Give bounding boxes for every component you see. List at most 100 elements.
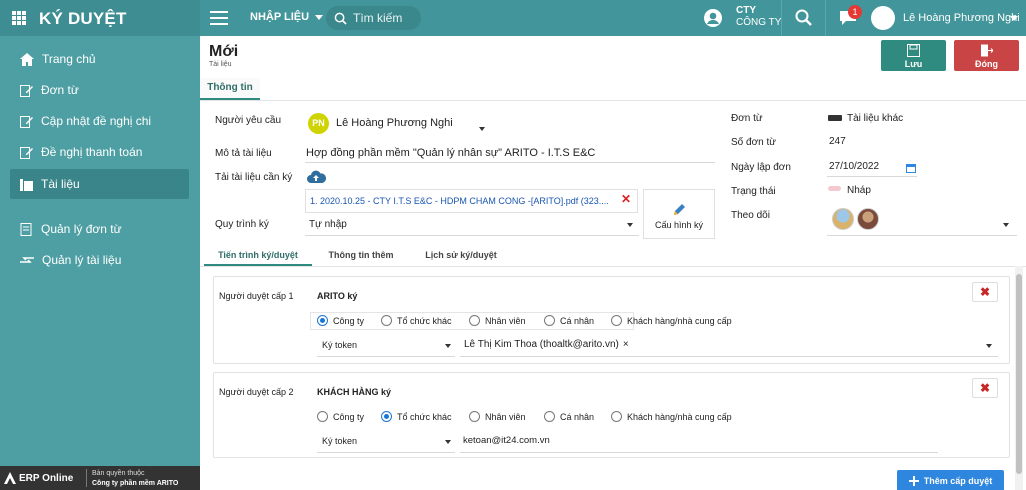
close-button[interactable]: Đóng	[954, 40, 1019, 71]
add-level-button[interactable]: Thêm cấp duyệt	[897, 470, 1004, 490]
company-selector[interactable]: CTY CÔNG TY	[736, 5, 781, 29]
date-input[interactable]: 27/10/2022	[829, 161, 879, 172]
radio-employee[interactable]: Nhân viên	[469, 411, 526, 422]
chevron-down-icon	[315, 14, 324, 20]
sidebar-item-update-expense[interactable]: Cập nhật đề nghị chi	[10, 106, 189, 136]
sidebar-item-documents[interactable]: Tài liệu	[10, 169, 189, 199]
chevron-down-icon[interactable]	[986, 344, 992, 348]
doc-no-value: 247	[829, 136, 846, 147]
search-box[interactable]: Tìm kiếm	[326, 6, 421, 30]
search-icon[interactable]	[794, 8, 814, 28]
copyright: Bản quyền thuộc Công ty phần mềm ARITO	[92, 470, 179, 487]
transfer-icon	[20, 257, 34, 263]
requester-value[interactable]: Lê Hoàng Phương Nghi	[336, 117, 453, 129]
workflow-select[interactable]: Tự nhập	[309, 219, 347, 230]
user-switch-icon[interactable]	[703, 8, 723, 28]
radio-individual[interactable]: Cá nhân	[544, 411, 594, 422]
avatar[interactable]	[871, 6, 895, 30]
exit-icon	[981, 44, 993, 57]
tab-approval-progress[interactable]: Tiến trình ký/duyệt	[204, 244, 312, 266]
requester-label: Người yêu cầu	[215, 115, 282, 126]
radio-individual[interactable]: Cá nhân	[544, 315, 594, 326]
company-line-2: CÔNG TY	[736, 17, 782, 28]
radio-employee[interactable]: Nhân viên	[469, 315, 526, 326]
level-label: Người duyệt cấp 1	[219, 291, 294, 301]
sidebar-item-label: Đề nghị thanh toán	[41, 145, 143, 159]
chevron-down-icon[interactable]	[479, 127, 485, 131]
description-label: Mô tả tài liệu	[215, 148, 272, 159]
radio-company[interactable]: Công ty	[317, 315, 364, 326]
sidebar-item-requests[interactable]: Đơn từ	[10, 75, 189, 105]
divider	[86, 469, 87, 487]
avatar[interactable]	[857, 208, 879, 230]
chevron-down-icon[interactable]	[1003, 223, 1009, 227]
top-bar: KÝ DUYỆT NHẬP LIỆU Tìm kiếm CTY CÔNG TY …	[0, 0, 1026, 36]
data-entry-menu[interactable]: NHẬP LIỆU	[250, 11, 324, 23]
attached-file[interactable]: 1. 2020.10.25 - CTY I.T.S E&C - HDPM CHA…	[305, 189, 638, 213]
sidebar-item-manage-requests[interactable]: Quản lý đơn từ	[10, 214, 189, 244]
app-title: KÝ DUYỆT	[39, 9, 127, 28]
calendar-icon[interactable]	[906, 163, 916, 173]
status-value: Nháp	[847, 185, 871, 196]
description-input[interactable]: Hợp đồng phần mềm "Quản lý nhân sự" ARIT…	[306, 147, 595, 159]
sidebar-item-payment-request[interactable]: Đề nghị thanh toán	[10, 137, 189, 167]
delete-level-icon[interactable]: ✖	[972, 378, 998, 398]
chevron-down-icon[interactable]	[445, 440, 451, 444]
chevron-down-icon[interactable]	[627, 223, 633, 227]
radio-customer-supplier[interactable]: Khách hàng/nhà cung cấp	[611, 315, 732, 326]
sidebar-item-home[interactable]: Trang chủ	[10, 44, 189, 74]
avatar[interactable]	[832, 208, 854, 230]
avatar: PN	[308, 113, 329, 134]
status-indicator	[828, 186, 841, 191]
level-title: ARITO ký	[317, 291, 358, 301]
radio-customer-supplier[interactable]: Khách hàng/nhà cung cấp	[611, 411, 732, 422]
field-underline	[460, 356, 998, 357]
doc-type-value: Tài liệu khác	[847, 113, 904, 124]
divider	[825, 0, 826, 36]
field-underline	[827, 235, 1017, 236]
tab-additional-info[interactable]: Thông tin thêm	[320, 244, 402, 266]
erp-logo: ERP Online	[4, 472, 73, 484]
arito-logo-icon	[4, 472, 16, 484]
page-title: Mới	[209, 43, 239, 60]
delete-level-icon[interactable]: ✖	[972, 282, 998, 302]
follow-label: Theo dõi	[731, 210, 770, 221]
level-title: KHÁCH HÀNG ký	[317, 387, 392, 397]
app-window: KÝ DUYỆT NHẬP LIỆU Tìm kiếm CTY CÔNG TY …	[0, 0, 1026, 490]
plus-icon	[908, 476, 919, 486]
signer-email-input[interactable]: ketoan@it24.com.vn	[463, 435, 550, 446]
hamburger-menu-icon[interactable]	[210, 11, 228, 25]
sidebar-item-manage-documents[interactable]: Quản lý tài liệu	[10, 245, 189, 275]
field-underline	[317, 356, 455, 357]
radio-company[interactable]: Công ty	[317, 411, 364, 422]
field-underline	[305, 162, 715, 163]
sign-type-select[interactable]: Ký token	[322, 436, 357, 446]
user-name[interactable]: Lê Hoàng Phương Nghi	[903, 12, 1020, 24]
chevron-down-icon[interactable]	[445, 344, 451, 348]
sidebar-item-label: Đơn từ	[41, 83, 79, 97]
home-icon	[20, 52, 34, 66]
signer-chip[interactable]: Lê Thị Kim Thoa (thoaltk@arito.vn) ×	[464, 339, 629, 350]
tag-icon	[828, 115, 842, 121]
field-underline	[317, 452, 455, 453]
remove-file-icon[interactable]: ✕	[621, 192, 631, 206]
cloud-upload-icon[interactable]	[306, 169, 326, 184]
edit-icon	[20, 146, 33, 159]
brand-area: KÝ DUYỆT	[0, 0, 200, 36]
tab-approval-history[interactable]: Lịch sử ký/duyệt	[416, 244, 506, 266]
chevron-down-icon[interactable]	[1010, 16, 1018, 21]
doc-no-label: Số đơn từ	[731, 137, 776, 148]
radio-other-org[interactable]: Tổ chức khác	[381, 411, 452, 422]
sign-type-select[interactable]: Ký token	[322, 340, 357, 350]
sign-config-button[interactable]: Cấu hình ký	[643, 189, 715, 239]
upload-label: Tải tài liệu cần ký	[215, 172, 293, 183]
tab-info[interactable]: Thông tin	[200, 78, 260, 100]
remove-chip-icon[interactable]: ×	[623, 339, 629, 350]
apps-grid-icon[interactable]	[12, 11, 26, 25]
radio-other-org[interactable]: Tổ chức khác	[381, 315, 452, 326]
pen-icon	[674, 204, 685, 215]
level-label: Người duyệt cấp 2	[219, 387, 294, 397]
approval-level-panel: Người duyệt cấp 2 KHÁCH HÀNG ký ✖ Công t…	[213, 372, 1010, 458]
save-button[interactable]: Lưu	[881, 40, 946, 71]
scrollbar[interactable]	[1015, 266, 1023, 490]
